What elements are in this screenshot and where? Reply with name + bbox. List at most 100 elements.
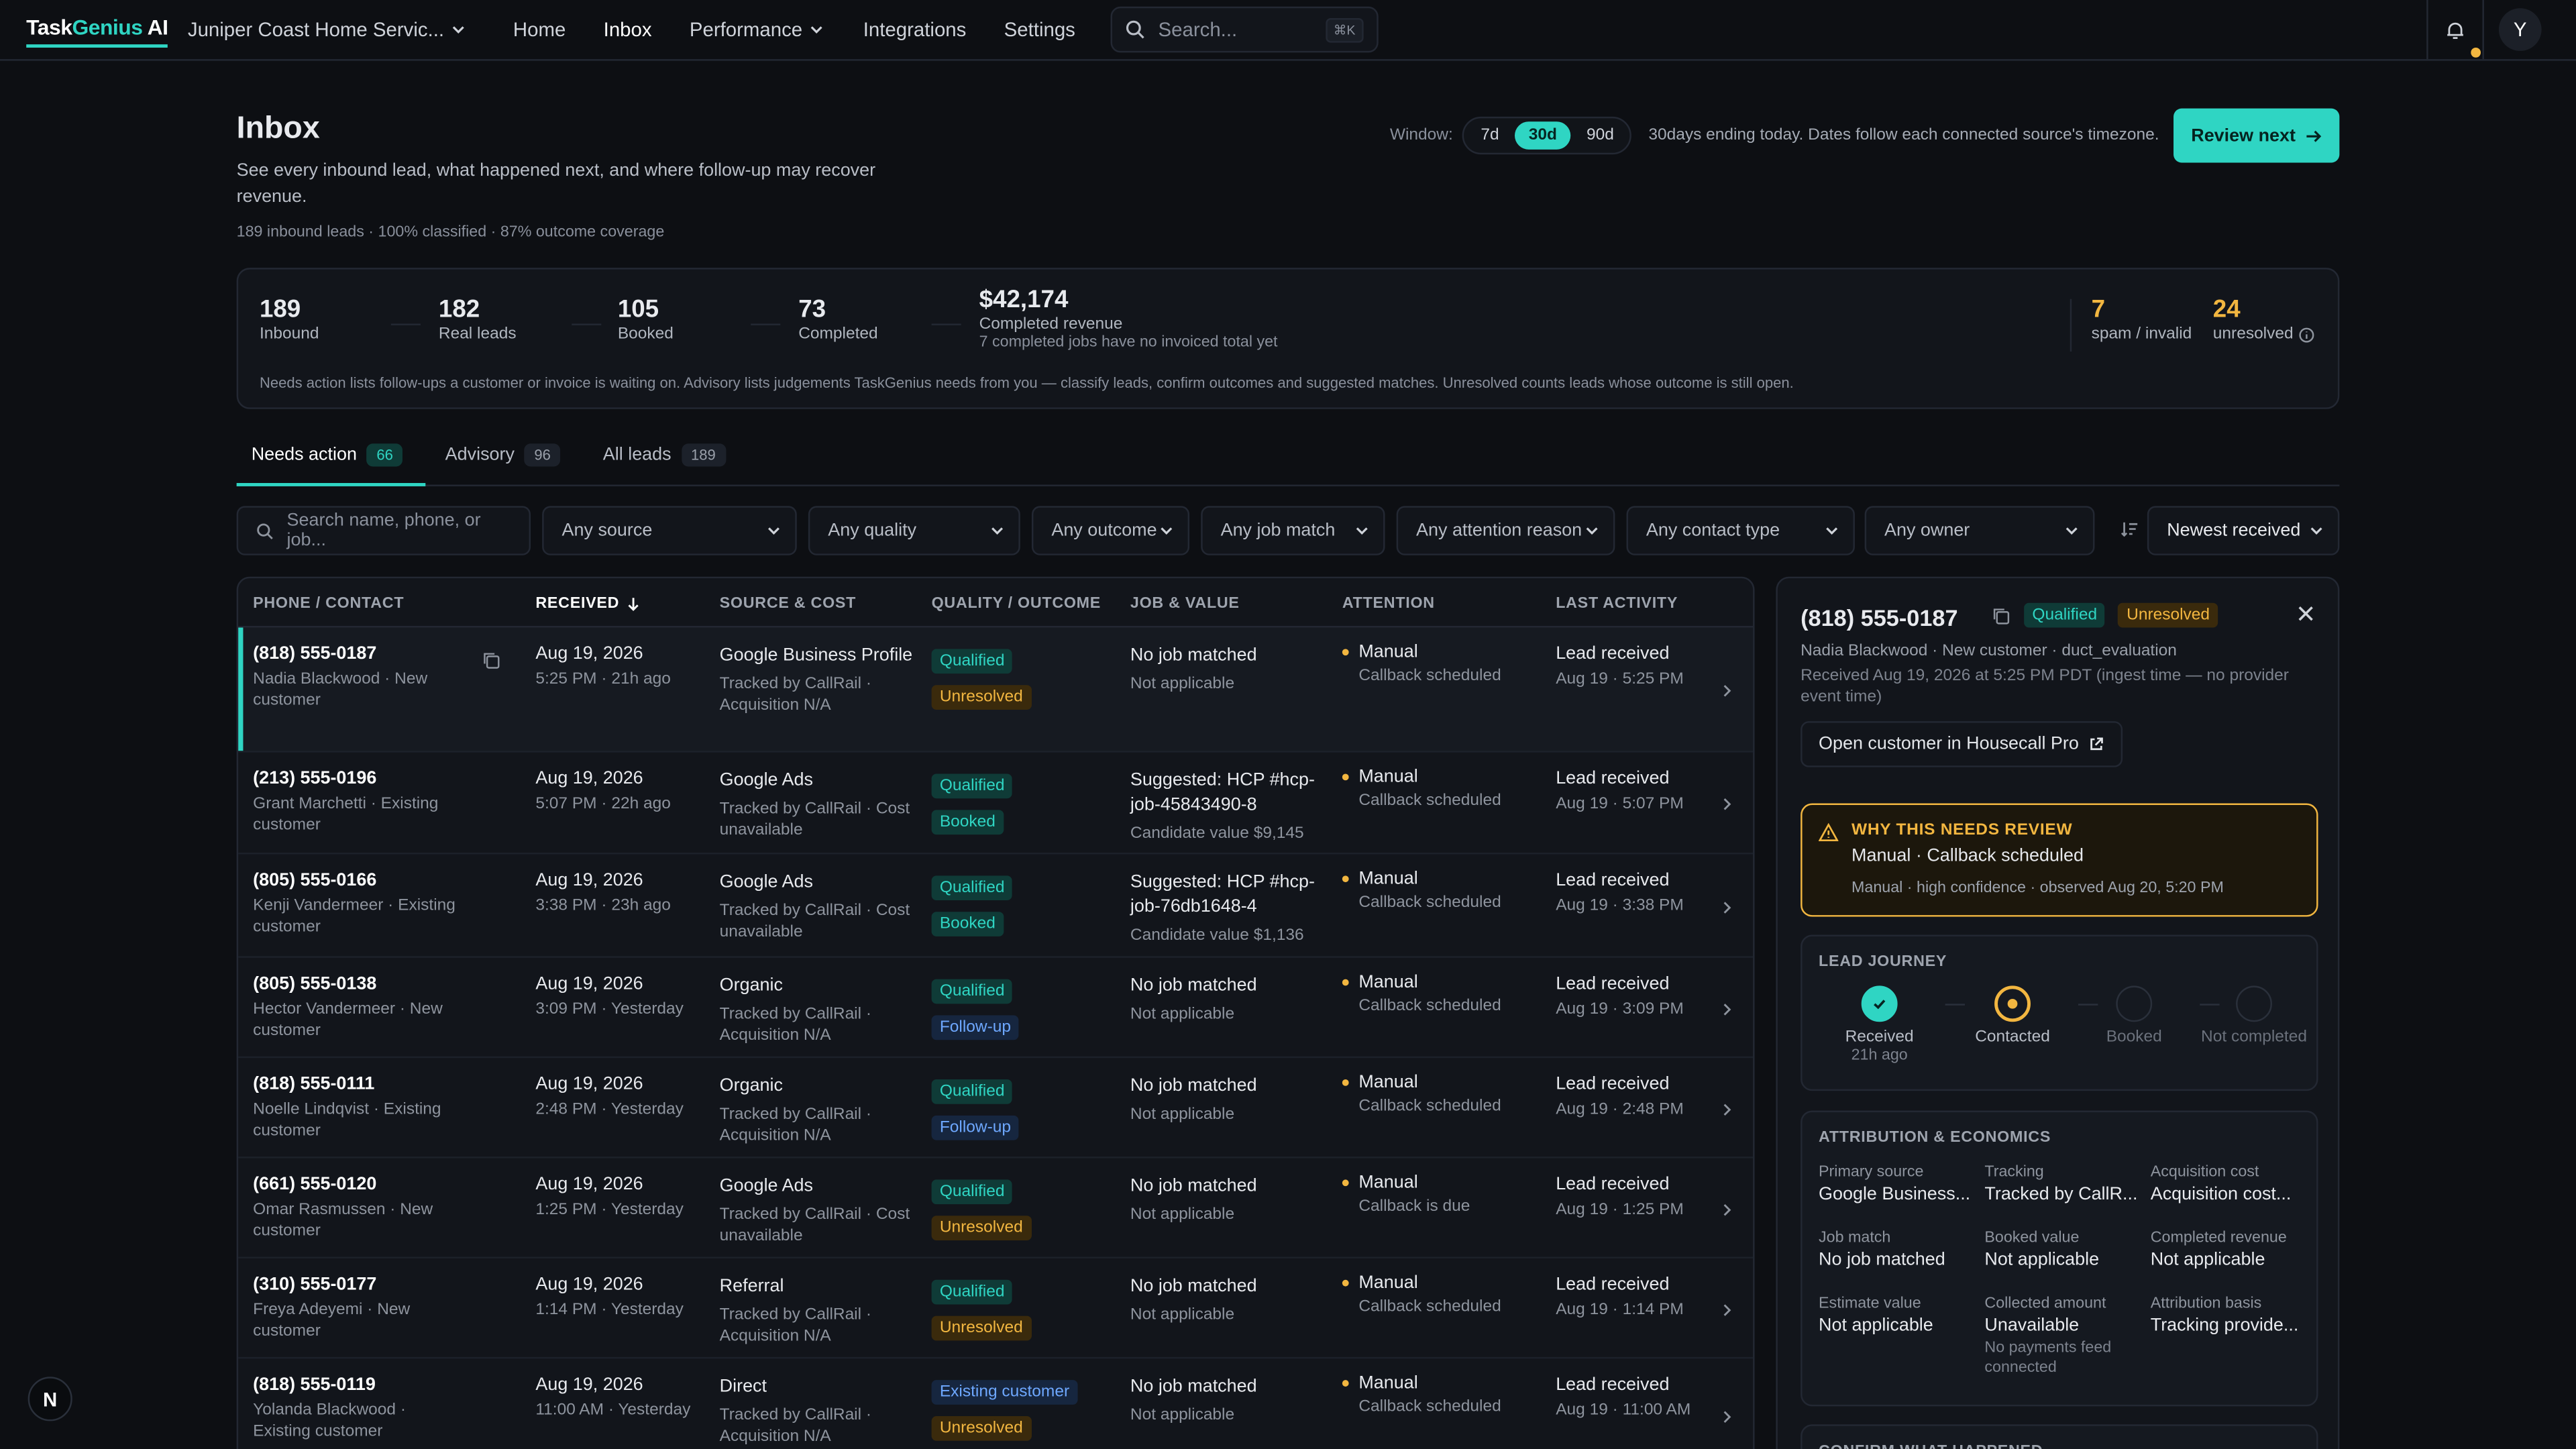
window-7d[interactable]: 7d xyxy=(1468,121,1512,150)
job-match-filter[interactable]: Any job match xyxy=(1201,506,1385,555)
table-row[interactable]: (805) 555-0166 Kenji Vandermeer · Existi… xyxy=(238,854,1754,958)
col-received[interactable]: RECEIVED xyxy=(535,595,641,612)
sort-icon[interactable] xyxy=(2119,519,2139,539)
top-nav: TaskGenius AI Juniper Coast Home Servic.… xyxy=(0,0,2576,61)
col-job[interactable]: JOB & VALUE xyxy=(1130,595,1240,613)
row-job-sub: Not applicable xyxy=(1130,1005,1235,1024)
col-source[interactable]: SOURCE & COST xyxy=(720,595,856,613)
row-job: No job matched xyxy=(1130,975,1257,996)
window-30d[interactable]: 30d xyxy=(1515,121,1570,150)
table-row[interactable]: (818) 555-0187 Nadia Blackwood · New cus… xyxy=(238,627,1754,753)
journey-step-contacted: Contacted xyxy=(1955,985,2070,1046)
quality-filter[interactable]: Any quality xyxy=(808,506,1020,555)
stats-note: Needs action lists follow-ups a customer… xyxy=(259,374,1794,391)
table-row[interactable]: (213) 555-0196 Grant Marchetti · Existin… xyxy=(238,753,1754,855)
row-outcome-badge: Follow-up xyxy=(931,1115,1020,1140)
chevron-right-icon[interactable] xyxy=(1720,1203,1733,1218)
brand-logo[interactable]: TaskGenius AI xyxy=(26,15,169,48)
row-last-activity: Lead received xyxy=(1556,1375,1670,1395)
table-row[interactable]: (818) 555-0119 Yolanda Blackwood · Exist… xyxy=(238,1358,1753,1449)
table-row[interactable]: (818) 555-0111 Noelle Lindqvist · Existi… xyxy=(238,1058,1754,1159)
attention-reason-filter[interactable]: Any attention reason xyxy=(1396,506,1615,555)
detail-outcome-badge: Unresolved xyxy=(2118,602,2218,628)
row-quality-badge: Qualified xyxy=(931,649,1013,674)
row-job-sub: Not applicable xyxy=(1130,1305,1235,1324)
row-received-time: 11:00 AM · Yesterday xyxy=(535,1401,691,1419)
row-source: Organic xyxy=(719,975,784,996)
row-last-activity-time: Aug 19 · 11:00 AM xyxy=(1556,1401,1691,1419)
attribution-field: Tracking Tracked by CallR... xyxy=(1984,1163,2138,1205)
outcome-filter[interactable]: Any outcome xyxy=(1031,506,1190,555)
nav-settings[interactable]: Settings xyxy=(1004,18,1075,41)
table-row[interactable]: (661) 555-0120 Omar Rasmussen · New cust… xyxy=(238,1159,1754,1258)
row-attention-sub: Callback scheduled xyxy=(1358,1398,1501,1417)
external-link-icon xyxy=(2091,737,2104,751)
review-next-button[interactable]: Review next xyxy=(2174,108,2340,163)
corner-badge[interactable]: N xyxy=(28,1377,72,1421)
stat-unresolved[interactable]: 24 unresolved xyxy=(2213,296,2315,343)
source-filter[interactable]: Any source xyxy=(542,506,797,555)
row-last-activity-time: Aug 19 · 1:14 PM xyxy=(1556,1301,1684,1320)
arrow-right-icon xyxy=(2307,129,2322,142)
row-contact: Omar Rasmussen · New customer xyxy=(253,1201,433,1240)
row-last-activity-time: Aug 19 · 5:25 PM xyxy=(1556,670,1684,689)
avatar[interactable]: Y xyxy=(2498,8,2542,51)
sort-select[interactable]: Newest received xyxy=(2147,506,2340,555)
stat-spam[interactable]: 7 spam / invalid xyxy=(2092,296,2192,343)
row-contact: Kenji Vandermeer · Existing customer xyxy=(253,897,455,936)
copy-icon[interactable] xyxy=(1991,605,2010,625)
col-last-activity[interactable]: LAST ACTIVITY xyxy=(1556,595,1678,613)
row-source: Direct xyxy=(719,1377,767,1397)
tab-advisory[interactable]: Advisory 96 xyxy=(445,443,561,467)
window-description: 30days ending today. Dates follow each c… xyxy=(1648,126,2159,145)
table-row[interactable]: (805) 555-0138 Hector Vandermeer · New c… xyxy=(238,958,1754,1059)
copy-icon[interactable] xyxy=(482,651,501,670)
chevron-right-icon[interactable] xyxy=(1720,797,1733,812)
row-received-date: Aug 19, 2026 xyxy=(535,974,643,994)
nav-integrations[interactable]: Integrations xyxy=(863,18,967,41)
chevron-down-icon xyxy=(1356,527,1368,535)
global-search[interactable]: Search... ⌘K xyxy=(1110,6,1379,53)
chevron-right-icon[interactable] xyxy=(1720,1303,1733,1318)
notifications-button[interactable] xyxy=(2426,0,2484,60)
org-switcher[interactable]: Juniper Coast Home Servic... xyxy=(188,18,467,41)
nav-performance[interactable]: Performance xyxy=(690,18,826,41)
chevron-down-icon xyxy=(2065,527,2078,535)
row-quality-badge: Existing customer xyxy=(931,1380,1078,1405)
info-icon[interactable] xyxy=(2298,326,2314,342)
col-quality[interactable]: QUALITY / OUTCOME xyxy=(932,595,1101,613)
col-phone[interactable]: PHONE / CONTACT xyxy=(253,595,404,613)
tab-needs-action[interactable]: Needs action 66 xyxy=(252,443,403,467)
row-quality-badge: Qualified xyxy=(931,979,1013,1004)
chevron-down-icon xyxy=(2310,527,2322,535)
contact-type-filter[interactable]: Any contact type xyxy=(1626,506,1855,555)
nav-home[interactable]: Home xyxy=(513,18,566,41)
review-reason-card: WHY THIS NEEDS REVIEW Manual · Callback … xyxy=(1801,803,2318,917)
chevron-right-icon[interactable] xyxy=(1720,1102,1733,1117)
nav-inbox[interactable]: Inbox xyxy=(604,18,652,41)
row-attention: Manual xyxy=(1358,972,1418,993)
chevron-right-icon[interactable] xyxy=(1720,1409,1733,1424)
chevron-right-icon[interactable] xyxy=(1720,684,1733,698)
open-housecall-button[interactable]: Open customer in Housecall Pro xyxy=(1801,721,2123,767)
table-row[interactable]: (310) 555-0177 Freya Adeyemi · New custo… xyxy=(238,1258,1754,1359)
chevron-right-icon[interactable] xyxy=(1720,1002,1733,1017)
search-shortcut: ⌘K xyxy=(1325,17,1364,42)
close-icon[interactable] xyxy=(2297,604,2315,623)
lead-search-input[interactable]: Search name, phone, or job... xyxy=(236,506,531,555)
tab-all-leads[interactable]: All leads 189 xyxy=(603,443,726,467)
main-nav: Home Inbox Performance Integrations Sett… xyxy=(513,18,1075,41)
chevron-right-icon[interactable] xyxy=(1720,900,1733,915)
row-received-time: 3:38 PM · 23h ago xyxy=(535,897,671,916)
row-last-activity: Lead received xyxy=(1556,870,1670,891)
attribution-field: Collected amount Unavailable No payments… xyxy=(1984,1294,2112,1377)
row-last-activity-time: Aug 19 · 3:38 PM xyxy=(1556,897,1684,916)
chevron-down-icon xyxy=(768,527,780,535)
row-phone: (818) 555-0119 xyxy=(253,1375,376,1395)
col-attention[interactable]: ATTENTION xyxy=(1342,595,1435,613)
detail-customer-line: Nadia Blackwood · New customer · duct_ev… xyxy=(1801,642,2177,661)
row-received-date: Aug 19, 2026 xyxy=(535,870,643,891)
owner-filter[interactable]: Any owner xyxy=(1864,506,2095,555)
row-attention: Manual xyxy=(1358,1373,1418,1393)
window-90d[interactable]: 90d xyxy=(1573,121,1627,150)
